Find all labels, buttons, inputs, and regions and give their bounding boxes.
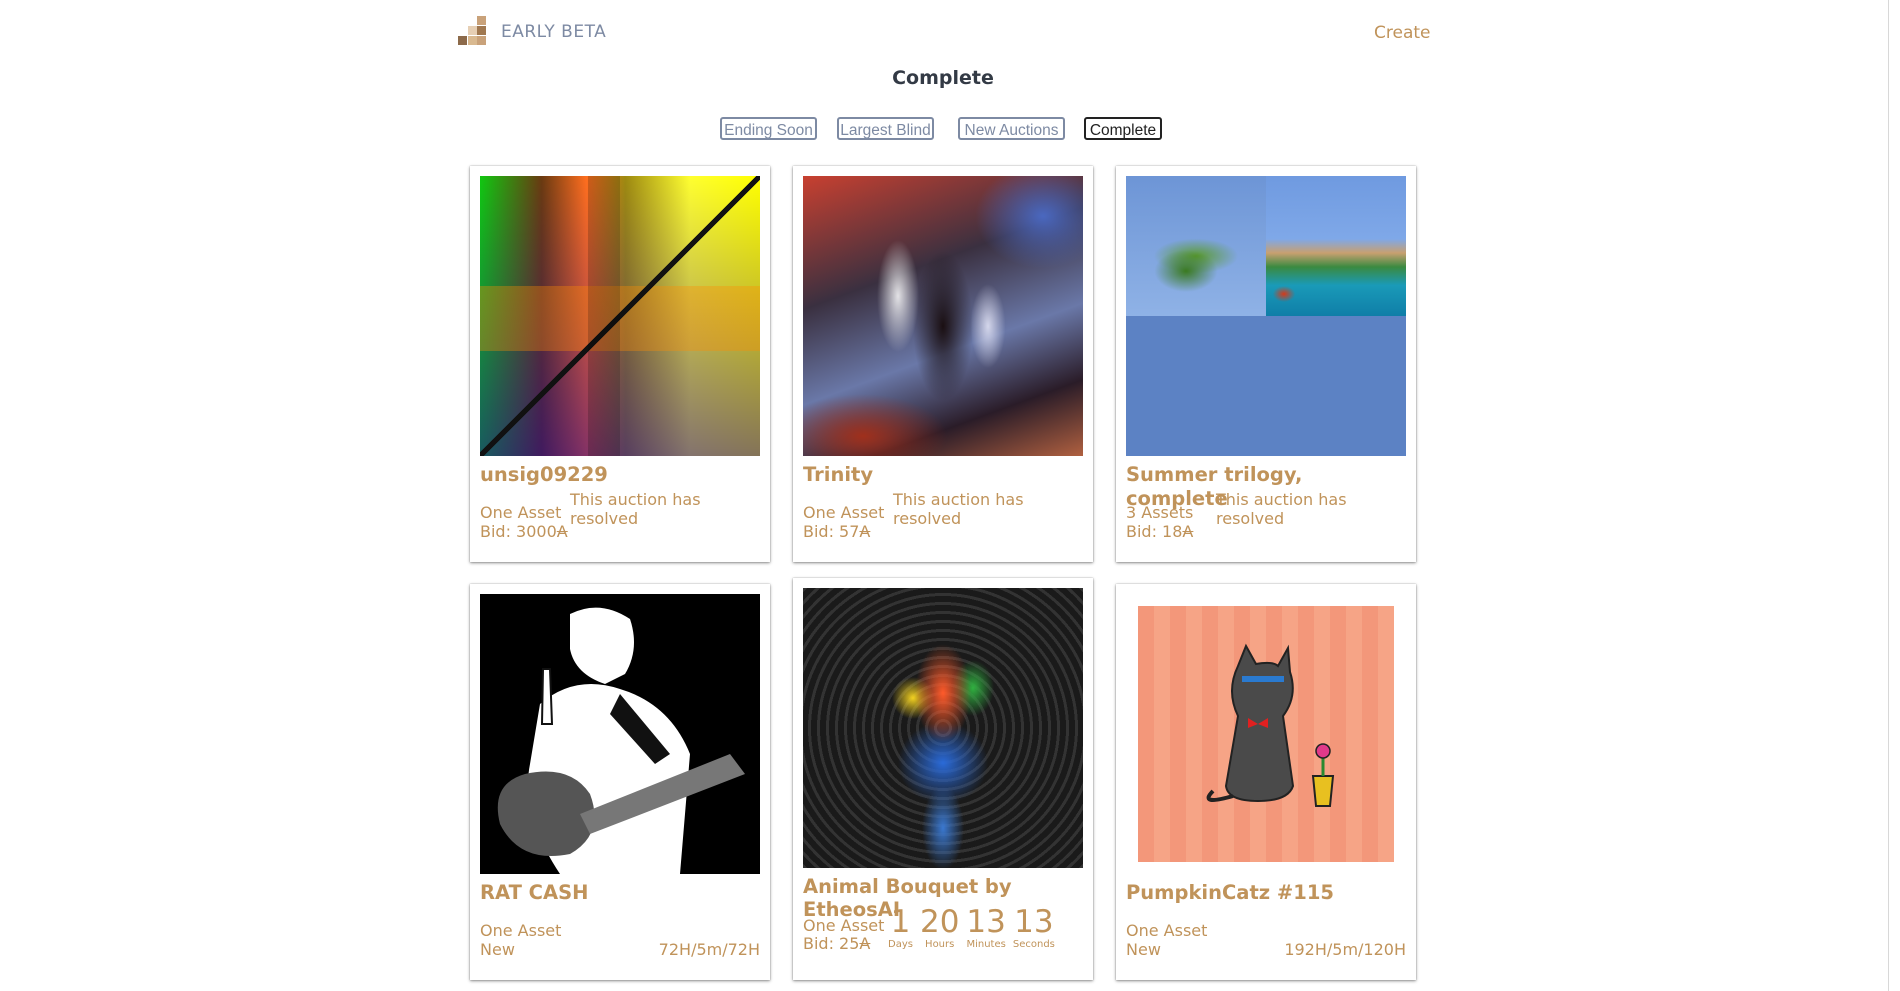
artwork-image[interactable] (480, 594, 760, 874)
brand-name[interactable]: EARLY BETA (501, 22, 606, 42)
auction-card-summer-trilogy[interactable]: Summer trilogy, complete 3 Assets Bid: 1… (1116, 166, 1416, 562)
tab-largest-blind[interactable]: Largest Blind (837, 117, 934, 140)
countdown-seconds: 13 Seconds (1013, 905, 1055, 951)
auction-card-pumpkincatz[interactable]: PumpkinCatz #115 One Asset New 192H/5m/1… (1116, 584, 1416, 980)
bid-value: Bid: 18 (1126, 522, 1183, 541)
countdown-minutes: 13 Minutes (966, 905, 1005, 951)
bid-amount: Bid: 25A (803, 934, 870, 953)
auction-card-rat-cash[interactable]: RAT CASH One Asset New 72H/5m/72H (470, 584, 770, 980)
tab-new-auctions[interactable]: New Auctions (958, 117, 1065, 140)
card-title[interactable]: RAT CASH (480, 881, 760, 905)
bid-value: Bid: 57 (803, 522, 860, 541)
palm-photo (1126, 176, 1266, 316)
card-title[interactable]: Trinity (803, 463, 1083, 487)
asset-count: One Asset (480, 921, 562, 940)
artwork-image[interactable] (803, 588, 1083, 868)
pool-photo (1266, 176, 1406, 316)
asset-count: One Asset (480, 503, 562, 522)
auction-state: New (1126, 940, 1161, 959)
scrollbar-track[interactable] (1888, 0, 1889, 991)
countdown-value: 13 (1014, 904, 1054, 940)
auction-countdown: 1 Days 20 Hours 13 Minutes 13 Seconds (888, 905, 1062, 951)
countdown-label: Seconds (1012, 939, 1055, 950)
bid-amount: Bid: 57A (803, 522, 870, 541)
auction-state: New (480, 940, 515, 959)
ada-currency-icon: A (859, 934, 871, 953)
card-title[interactable]: PumpkinCatz #115 (1126, 881, 1406, 905)
auction-card-trinity[interactable]: Trinity One Asset Bid: 57A This auction … (793, 166, 1093, 562)
auction-status: This auction has resolved (893, 490, 1024, 528)
ada-currency-icon: A (1182, 522, 1194, 541)
bid-value: Bid: 3000 (480, 522, 557, 541)
bid-amount: Bid: 3000A (480, 522, 568, 541)
countdown-value: 20 (919, 904, 960, 940)
auction-card-animal-bouquet[interactable]: Animal Bouquet by EtheosAI One Asset Bid… (793, 578, 1093, 980)
countdown-label: Minutes (966, 939, 1006, 950)
rat-cash-illustration (497, 607, 745, 874)
countdown-value: 13 (966, 904, 1006, 940)
page-scrollbar[interactable] (1886, 0, 1900, 991)
auction-schedule: 192H/5m/120H (1284, 940, 1406, 959)
page-title: Complete (892, 67, 994, 89)
auction-status: This auction has resolved (1216, 490, 1347, 528)
pumpkincatz-art (1138, 606, 1394, 862)
tab-complete[interactable]: Complete (1084, 117, 1162, 140)
artwork-image[interactable] (480, 176, 760, 456)
asset-count: One Asset (803, 503, 885, 522)
cat-illustration (1206, 643, 1335, 807)
card-title[interactable]: unsig09229 (480, 463, 760, 487)
logo-icon (458, 16, 489, 47)
countdown-days: 1 Days (888, 905, 913, 951)
countdown-value: 1 (890, 904, 911, 940)
asset-count: 3 Assets (1126, 503, 1194, 522)
ada-currency-icon: A (556, 522, 568, 541)
create-link[interactable]: Create (1374, 23, 1431, 43)
tab-ending-soon[interactable]: Ending Soon (720, 117, 817, 140)
auction-status: This auction has resolved (570, 490, 701, 528)
artwork-image[interactable] (803, 176, 1083, 456)
asset-count: One Asset (803, 916, 885, 935)
asset-count: One Asset (1126, 921, 1208, 940)
ada-currency-icon: A (859, 522, 871, 541)
artwork-image[interactable] (1126, 594, 1406, 874)
countdown-label: Days (888, 939, 913, 950)
countdown-label: Hours (925, 939, 955, 950)
auction-schedule: 72H/5m/72H (658, 940, 760, 959)
bid-amount: Bid: 18A (1126, 522, 1193, 541)
countdown-hours: 20 Hours (920, 905, 959, 951)
artwork-image[interactable] (1126, 176, 1406, 456)
auction-card-unsig09229[interactable]: unsig09229 One Asset Bid: 3000A This auc… (470, 166, 770, 562)
bid-value: Bid: 25 (803, 934, 860, 953)
